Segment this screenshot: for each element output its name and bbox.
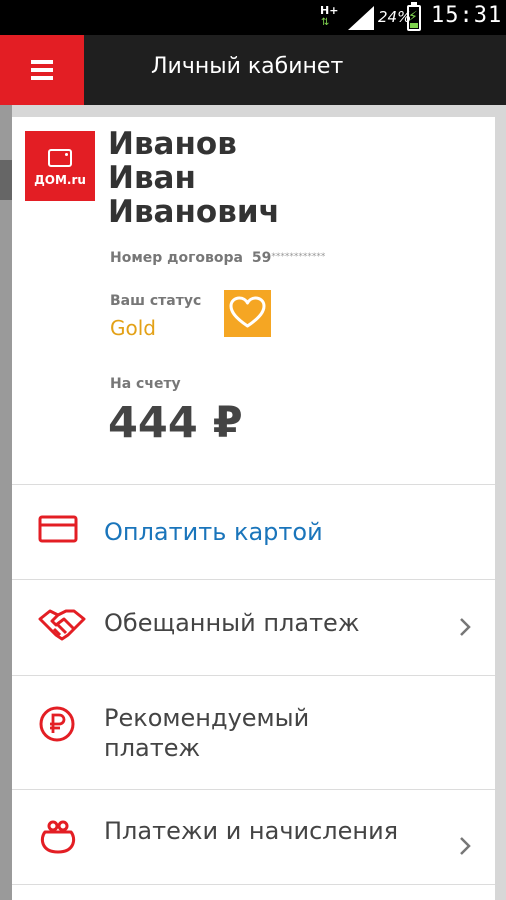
status-value: Gold bbox=[110, 316, 156, 340]
menu-item-promised-payment[interactable]: Обещанный платеж bbox=[12, 580, 495, 674]
menu-item-label-line2: платеж bbox=[104, 734, 201, 762]
signal-strength-icon bbox=[348, 6, 374, 30]
logo-text: ДОМ.ru bbox=[34, 173, 86, 187]
menu-item-label-line1: Рекомендуемый bbox=[104, 704, 310, 732]
menu-item-label: Обещанный платеж bbox=[104, 609, 360, 637]
menu-item-label: Оплатить картой bbox=[104, 518, 323, 546]
balance-label: На счету bbox=[110, 376, 181, 392]
status-label: Ваш статус bbox=[110, 293, 202, 309]
page-title: Личный кабинет bbox=[151, 54, 344, 79]
handshake-icon bbox=[38, 609, 86, 641]
brand-logo: ДОМ.ru bbox=[25, 131, 95, 201]
menu-button[interactable] bbox=[0, 35, 84, 105]
background-strip bbox=[0, 160, 12, 200]
hamburger-menu-icon bbox=[31, 60, 53, 64]
ruble-circle-icon bbox=[39, 706, 75, 742]
app-bar: Личный кабинет bbox=[0, 35, 506, 105]
background-strip bbox=[0, 105, 12, 900]
network-type: H+ bbox=[320, 4, 339, 17]
hamburger-bar bbox=[31, 76, 53, 80]
menu-item-payments-and-charges[interactable]: Платежи и начисления bbox=[12, 790, 495, 884]
status-badge[interactable] bbox=[224, 290, 271, 337]
menu-item-label: Платежи и начисления bbox=[104, 817, 399, 845]
contract-mask: ************ bbox=[271, 252, 326, 262]
menu-item-recommended-payment[interactable]: Рекомендуемый платеж bbox=[12, 676, 495, 789]
heart-icon bbox=[229, 296, 266, 328]
user-full-name: Иванов Иван Иванович bbox=[108, 127, 280, 229]
chevron-right-icon bbox=[460, 618, 471, 636]
tv-screen-icon bbox=[48, 149, 72, 167]
battery-icon: ⚡ bbox=[407, 2, 421, 31]
status-bar: H+ ⇅ 24% ⚡ 15:31 bbox=[0, 0, 506, 35]
first-name: Иван bbox=[108, 160, 196, 196]
network-indicator: H+ ⇅ bbox=[318, 2, 340, 32]
contract-info: Номер договора 59************ bbox=[110, 250, 325, 266]
divider bbox=[12, 884, 495, 885]
last-name: Иванов bbox=[108, 126, 237, 162]
chevron-right-icon bbox=[460, 837, 471, 855]
clock: 15:31 bbox=[431, 3, 503, 28]
menu-item-label: Рекомендуемый платеж bbox=[104, 703, 309, 763]
balance-value: 444 ₽ bbox=[108, 398, 243, 448]
credit-card-icon bbox=[38, 515, 78, 543]
menu-item-pay-by-card[interactable]: Оплатить картой bbox=[12, 485, 495, 579]
patronymic: Иванович bbox=[108, 194, 280, 230]
hamburger-bar bbox=[31, 68, 53, 72]
data-arrows-icon: ⇅ bbox=[321, 17, 330, 28]
purse-icon bbox=[40, 820, 76, 854]
contract-number: 59 bbox=[251, 250, 272, 266]
contract-label: Номер договора bbox=[110, 250, 243, 266]
